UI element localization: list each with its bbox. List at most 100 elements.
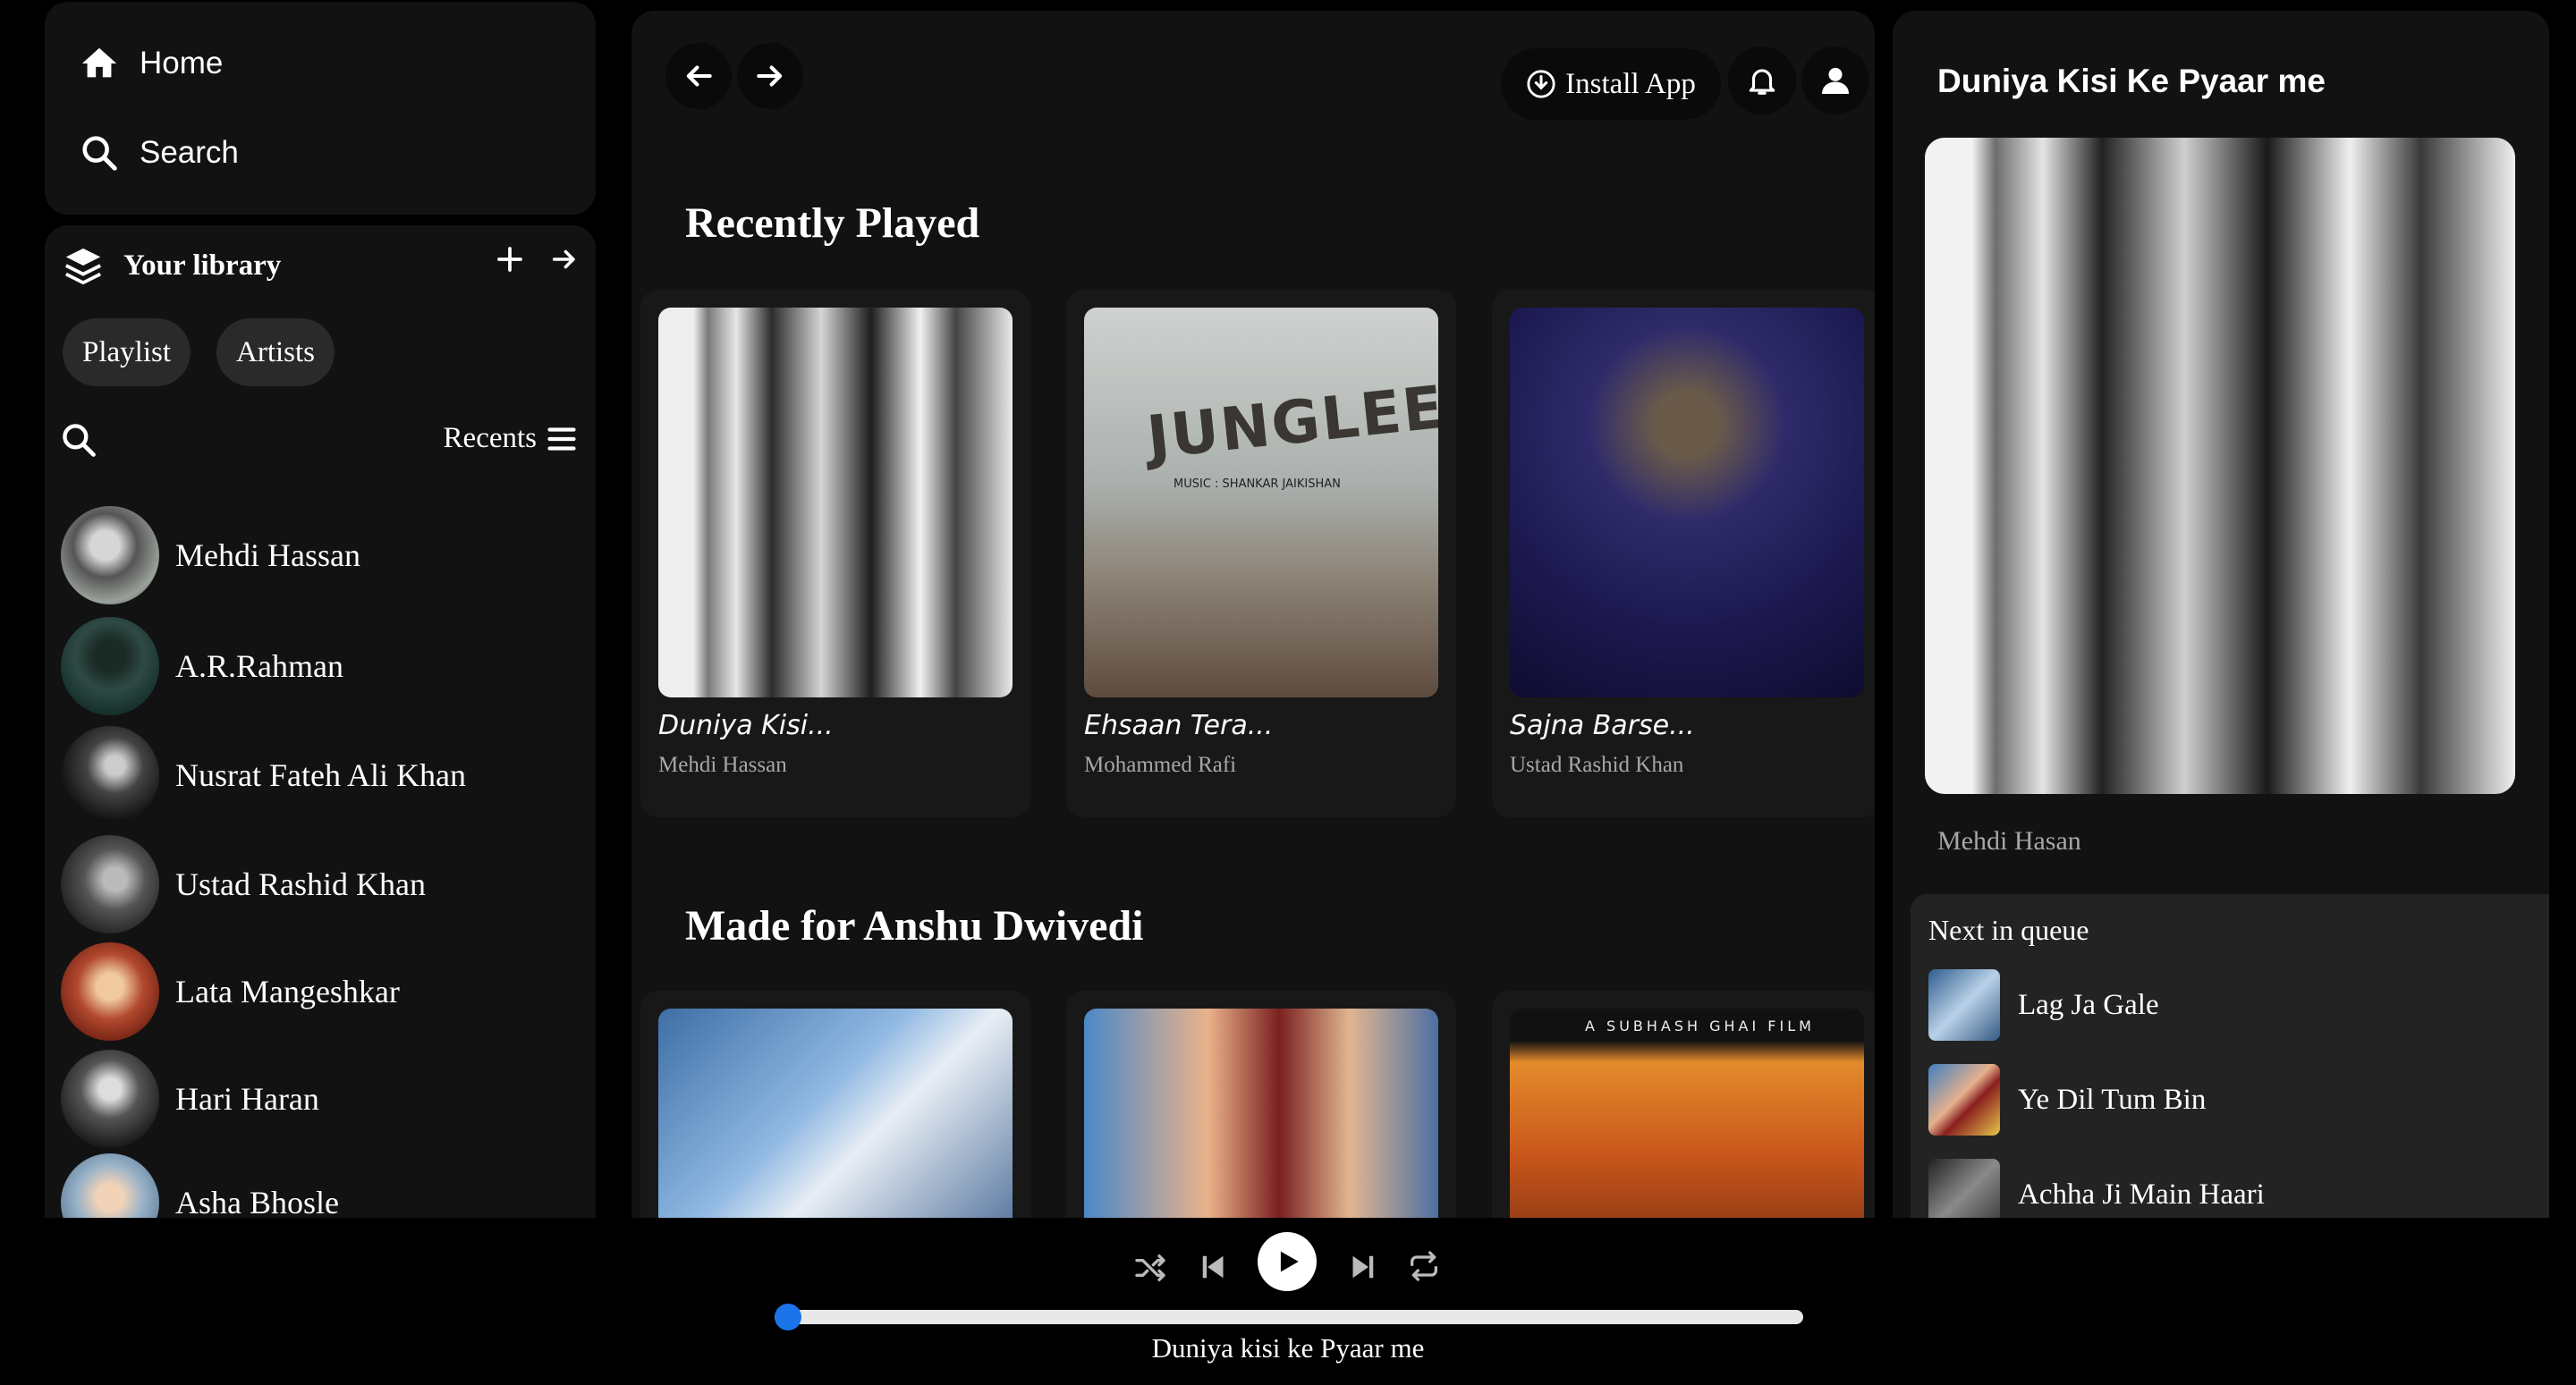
album-title: Duniya Kisi... (658, 710, 834, 741)
play-icon (1280, 1251, 1299, 1272)
now-playing-art (1925, 138, 2515, 794)
arrow-right-icon (757, 65, 783, 87)
library-item[interactable]: Hari Haran (61, 1050, 319, 1148)
library-search-button[interactable] (59, 420, 98, 460)
artist-name: A.R.Rahman (175, 648, 343, 684)
album-card[interactable]: JUNGLEE MUSIC : SHANKAR JAIKISHAN Ehsaan… (1066, 290, 1456, 817)
album-card[interactable]: Duniya Kisi... Mehdi Hassan (640, 290, 1030, 817)
artist-name: Ustad Rashid Khan (175, 866, 426, 902)
queue-item[interactable]: Lag Ja Gale (1928, 969, 2159, 1041)
nav-home[interactable]: Home (79, 43, 223, 84)
album-card[interactable]: Sajna Barse... Ustad Rashid Khan (1492, 290, 1875, 817)
queue-thumb (1928, 969, 2000, 1041)
album-title: Ehsaan Tera... (1084, 710, 1274, 741)
film-banner: A SUBHASH GHAI FILM (1585, 1018, 1815, 1035)
download-icon (1527, 70, 1555, 98)
repeat-icon (1411, 1251, 1437, 1281)
library-stack-icon (64, 248, 102, 285)
queue-title: Next in queue (1928, 914, 2089, 946)
queue-thumb (1928, 1064, 2000, 1136)
library-header[interactable]: Your library (63, 245, 281, 286)
library-item[interactable]: Ustad Rashid Khan (61, 835, 426, 933)
notifications-button[interactable] (1728, 46, 1796, 114)
album-art (658, 308, 1013, 697)
queue-item-title: Achha Ji Main Haari (2018, 1178, 2265, 1211)
player-track-title: Duniya kisi ke Pyaar me (1151, 1332, 1425, 1364)
progress-slider[interactable] (775, 1304, 1803, 1330)
album-artist: Mohammed Rafi (1084, 753, 1237, 777)
nav-home-label: Home (140, 46, 224, 80)
expand-library-button[interactable] (549, 243, 580, 275)
bell-icon (1749, 69, 1775, 95)
queue-item-title: Lag Ja Gale (2018, 988, 2159, 1021)
progress-thumb[interactable] (775, 1304, 801, 1330)
now-playing-artist: Mehdi Hasan (1937, 826, 2081, 856)
arrow-right-icon (552, 249, 575, 269)
library-item[interactable]: Nusrat Fateh Ali Khan (61, 726, 466, 824)
avatar (61, 1153, 159, 1218)
chip-playlist[interactable]: Playlist (63, 318, 191, 386)
skip-forward-icon (1352, 1255, 1374, 1279)
album-art (1510, 308, 1864, 697)
avatar (61, 1050, 159, 1148)
album-artist: Ustad Rashid Khan (1510, 753, 1684, 777)
album-artist: Mehdi Hassan (658, 753, 787, 777)
chip-artists[interactable]: Artists (216, 318, 335, 386)
avatar (61, 506, 159, 604)
search-icon (63, 424, 96, 457)
queue-item[interactable]: Ye Dil Tum Bin (1928, 1064, 2206, 1136)
queue-item-title: Ye Dil Tum Bin (2018, 1083, 2207, 1116)
add-button[interactable] (494, 243, 526, 275)
nav-search-label: Search (140, 135, 239, 170)
search-icon (82, 136, 117, 171)
artist-name: Asha Bhosle (175, 1185, 339, 1218)
forward-button[interactable] (737, 43, 803, 109)
album-title: Sajna Barse... (1510, 710, 1695, 741)
library-item[interactable]: A.R.Rahman (61, 617, 343, 715)
queue-panel: Next in queue Lag Ja Gale Ye Dil Tum Bin… (1911, 894, 2549, 1218)
recently-played-title: Recently Played (685, 199, 980, 247)
recents-sort[interactable]: Recents (444, 422, 578, 455)
shuffle-button[interactable] (1132, 1250, 1168, 1286)
next-button[interactable] (1343, 1248, 1381, 1286)
playlist-card[interactable] (640, 991, 1030, 1218)
library-item[interactable]: Mehdi Hassan (61, 506, 360, 604)
nav-panel: Home Search (45, 2, 596, 215)
avatar (61, 726, 159, 824)
queue-item[interactable]: Achha Ji Main Haari (1928, 1159, 2265, 1218)
artist-name: Nusrat Fateh Ali Khan (175, 757, 466, 793)
now-playing-title: Duniya Kisi Ke Pyaar me (1937, 63, 2326, 99)
nav-search[interactable]: Search (79, 132, 239, 173)
play-button[interactable] (1258, 1232, 1317, 1291)
recents-label: Recents (443, 422, 537, 454)
home-icon (81, 47, 117, 78)
playlist-card[interactable] (1066, 991, 1456, 1218)
playlist-card[interactable]: A SUBHASH GHAI FILM (1492, 991, 1875, 1218)
repeat-button[interactable] (1406, 1248, 1442, 1284)
library-item[interactable]: Asha Bhosle (61, 1153, 339, 1218)
album-art-title: JUNGLEE (1143, 372, 1438, 473)
avatar (61, 942, 159, 1041)
shuffle-icon (1135, 1254, 1165, 1281)
back-button[interactable] (665, 43, 732, 109)
album-art-credit: MUSIC : SHANKAR JAIKISHAN (1174, 477, 1341, 491)
main-panel: Install App Recently Played Duniya Kisi.… (631, 11, 1875, 1218)
profile-button[interactable] (1801, 46, 1869, 114)
library-item[interactable]: Lata Mangeshkar (61, 942, 400, 1041)
previous-button[interactable] (1195, 1248, 1233, 1286)
plus-icon (497, 247, 522, 272)
install-label: Install App (1565, 67, 1696, 100)
made-for-title: Made for Anshu Dwivedi (685, 902, 1144, 950)
playlist-art (658, 1009, 1013, 1218)
arrow-left-icon (686, 65, 712, 87)
now-playing-panel: Duniya Kisi Ke Pyaar me Mehdi Hasan Next… (1893, 11, 2549, 1218)
install-app-button[interactable]: Install App (1501, 48, 1721, 120)
avatar (61, 617, 159, 715)
user-icon (1822, 67, 1849, 94)
artist-name: Hari Haran (175, 1081, 319, 1117)
list-icon (547, 426, 576, 451)
skip-back-icon (1202, 1255, 1224, 1279)
library-title: Your library (123, 249, 282, 282)
queue-thumb (1928, 1159, 2000, 1218)
library-panel: Your library Playlist Artists Recents Me… (45, 225, 596, 1218)
